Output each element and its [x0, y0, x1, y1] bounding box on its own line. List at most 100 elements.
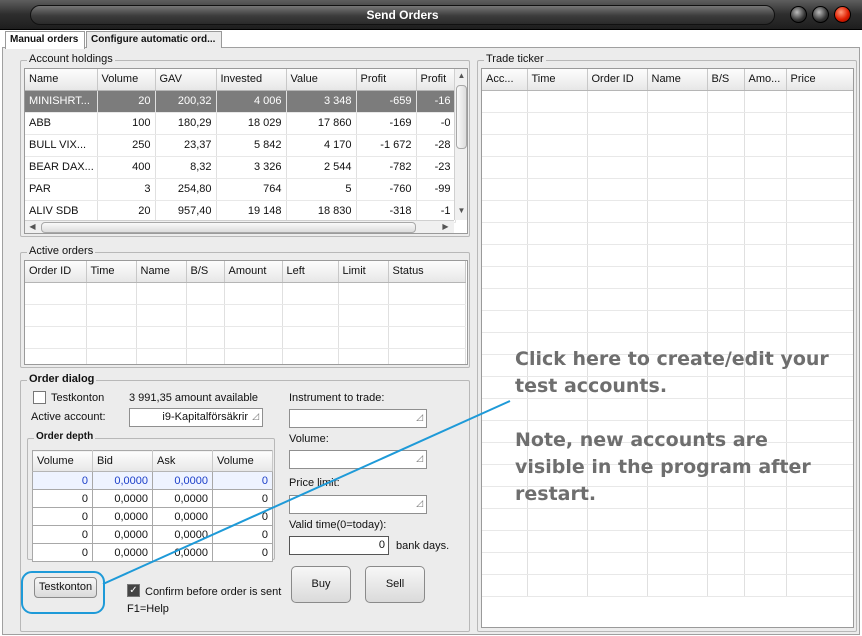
volume-label: Volume:	[289, 433, 329, 445]
ticker-column-header[interactable]: Name	[647, 69, 708, 91]
dropdown-grip-icon: ◿	[416, 498, 423, 508]
depth-cell: 0	[212, 525, 273, 544]
depth-cell: 0	[32, 471, 93, 490]
orders-column-header[interactable]: Time	[86, 261, 137, 283]
active-account-value: i9-Kapitalförsäkrir	[162, 411, 248, 423]
scroll-left-icon[interactable]: ◀	[26, 221, 39, 233]
dropdown-grip-icon: ◿	[416, 412, 423, 422]
sell-button[interactable]: Sell	[365, 566, 425, 603]
table-cell: 3	[97, 178, 156, 201]
orders-column-header[interactable]: Order ID	[25, 261, 87, 283]
table-row[interactable]: BULL VIX... 250 23,37 5 842 4 170 -1 672 -28	[25, 134, 456, 157]
table-cell: -1 672	[356, 134, 417, 157]
depth-column-header[interactable]: Volume	[212, 450, 273, 472]
ticker-column-header[interactable]: Order ID	[587, 69, 648, 91]
maximize-icon[interactable]	[812, 6, 829, 23]
table-cell: -1	[416, 200, 456, 223]
ticker-row	[482, 530, 853, 553]
instrument-input[interactable]: ◿	[289, 409, 427, 428]
table-row[interactable]: ALIV SDB 20 957,40 19 148 18 830 -318 -1	[25, 200, 456, 223]
ticker-row	[482, 222, 853, 245]
tab-manual-orders[interactable]: Manual orders	[5, 31, 85, 49]
orders-column-header[interactable]: Status	[388, 261, 466, 283]
depth-column-header[interactable]: Volume	[32, 450, 93, 472]
confirm-label: Confirm before order is sent	[145, 586, 282, 598]
depth-row: 0 0,0000 0,0000 0	[32, 507, 273, 526]
bank-days-label: bank days.	[396, 540, 450, 552]
table-cell: 5 842	[216, 134, 287, 157]
ticker-row	[482, 200, 853, 223]
depth-row: 0 0,0000 0,0000 0	[32, 471, 273, 490]
holdings-column-header[interactable]: Volume	[97, 69, 156, 91]
table-cell: 17 860	[286, 112, 357, 135]
table-cell: -318	[356, 200, 417, 223]
table-cell: 18 029	[216, 112, 287, 135]
depth-column-header[interactable]: Ask	[152, 450, 213, 472]
active-account-label: Active account:	[31, 411, 106, 423]
holdings-grid[interactable]: Name Volume GAV Invested Value Profit Profit M…	[24, 68, 468, 234]
scroll-thumb[interactable]	[456, 85, 467, 149]
minimize-icon[interactable]	[790, 6, 807, 23]
table-cell: 20	[97, 90, 156, 113]
scroll-up-icon[interactable]: ▲	[455, 70, 467, 83]
depth-cell: 0,0000	[152, 471, 213, 490]
table-row[interactable]: PAR 3 254,80 764 5 -760 -99	[25, 178, 456, 201]
holdings-column-header[interactable]: Profit	[416, 69, 456, 91]
orders-column-header[interactable]: B/S	[186, 261, 225, 283]
ticker-column-header[interactable]: Price	[786, 69, 853, 91]
depth-cell: 0,0000	[152, 507, 213, 526]
trade-ticker-title: Trade ticker	[484, 53, 546, 65]
ticker-row	[482, 574, 853, 597]
confirm-checkbox[interactable]: ✓	[127, 584, 140, 597]
active-account-select[interactable]: i9-Kapitalförsäkrir ◿	[129, 408, 263, 427]
testkonton-checkbox[interactable]	[33, 391, 46, 404]
holdings-column-header[interactable]: Value	[286, 69, 357, 91]
order-depth-group: Order depth Volume Bid Ask Volume 0 0,0000 0,…	[27, 431, 275, 562]
depth-cell: 0,0000	[92, 471, 153, 490]
depth-column-header[interactable]: Bid	[92, 450, 153, 472]
scroll-down-icon[interactable]: ▼	[455, 205, 467, 218]
orders-column-header[interactable]: Name	[136, 261, 187, 283]
holdings-column-header[interactable]: Profit	[356, 69, 417, 91]
orders-column-header[interactable]: Amount	[224, 261, 283, 283]
tab-configure-automatic-orders[interactable]: Configure automatic ord...	[86, 31, 222, 48]
ticker-row	[482, 178, 853, 201]
price-limit-label: Price limit:	[289, 477, 340, 489]
holdings-hscroll[interactable]: ◀ ▶	[25, 220, 454, 233]
table-cell: MINISHRT...	[25, 90, 98, 113]
scroll-right-icon[interactable]: ▶	[439, 221, 452, 233]
depth-cell: 0	[212, 489, 273, 508]
table-cell: 400	[97, 156, 156, 179]
table-row[interactable]: BEAR DAX... 400 8,32 3 326 2 544 -782 -23	[25, 156, 456, 179]
price-limit-input[interactable]: ◿	[289, 495, 427, 514]
holdings-column-header[interactable]: GAV	[155, 69, 217, 91]
holdings-vscroll[interactable]: ▲ ▼	[454, 69, 467, 220]
table-cell: 5	[286, 178, 357, 201]
orders-column-header[interactable]: Limit	[338, 261, 389, 283]
volume-input[interactable]: ◿	[289, 450, 427, 469]
buy-button[interactable]: Buy	[291, 566, 351, 603]
depth-cell: 0	[212, 543, 273, 562]
table-row[interactable]: ABB 100 180,29 18 029 17 860 -169 -0	[25, 112, 456, 135]
ticker-column-header[interactable]: B/S	[707, 69, 745, 91]
table-cell: -99	[416, 178, 456, 201]
valid-time-input[interactable]: 0	[289, 536, 389, 555]
ticker-column-header[interactable]: Time	[527, 69, 588, 91]
ticker-row	[482, 266, 853, 289]
table-cell: BEAR DAX...	[25, 156, 98, 179]
instrument-label: Instrument to trade:	[289, 392, 385, 404]
table-cell: PAR	[25, 178, 98, 201]
ticker-row	[482, 310, 853, 333]
close-icon[interactable]	[834, 6, 851, 23]
ticker-row	[482, 552, 853, 575]
holdings-column-header[interactable]: Name	[25, 69, 98, 91]
orders-column-header[interactable]: Left	[282, 261, 339, 283]
table-cell: 2 544	[286, 156, 357, 179]
active-orders-grid[interactable]: Order ID Time Name B/S Amount Left Limit Status	[24, 260, 468, 365]
hscroll-thumb[interactable]	[41, 222, 416, 233]
table-cell: 250	[97, 134, 156, 157]
table-row[interactable]: MINISHRT... 20 200,32 4 006 3 348 -659 -16	[25, 90, 456, 113]
holdings-column-header[interactable]: Invested	[216, 69, 287, 91]
ticker-column-header[interactable]: Amo...	[744, 69, 787, 91]
ticker-column-header[interactable]: Acc...	[482, 69, 528, 91]
